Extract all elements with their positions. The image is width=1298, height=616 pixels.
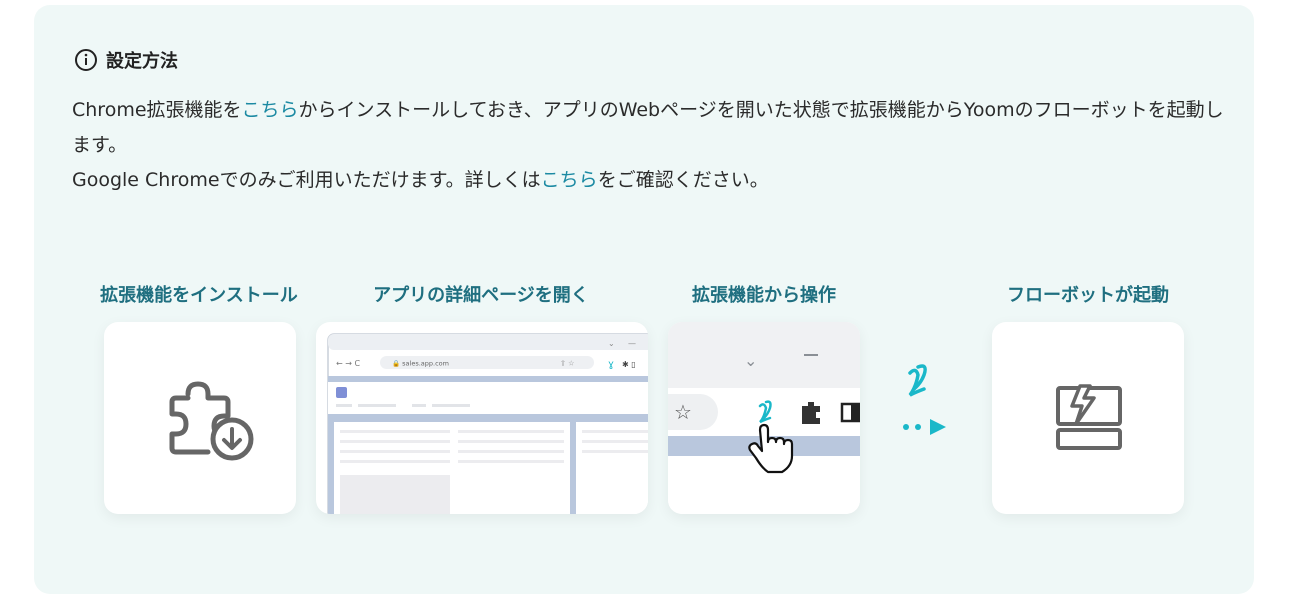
browser-window-icon: ⌄ — ← → C 🔒 sales.app.com ⇪ ☆ ɣ ✱ ▯ [316, 322, 648, 514]
svg-text:⇪ ☆: ⇪ ☆ [560, 360, 574, 368]
setup-panel: 設定方法 Chrome拡張機能をこちらからインストールしておき、アプリのWebペ… [34, 5, 1254, 594]
step-card-open-page: ⌄ — ← → C 🔒 sales.app.com ⇪ ☆ ɣ ✱ ▯ [316, 322, 648, 514]
svg-text:✱ ▯: ✱ ▯ [622, 360, 636, 369]
step-card-launch [992, 322, 1184, 514]
svg-text:ɣ: ɣ [608, 359, 614, 370]
description-text: をご確認ください。 [597, 169, 769, 191]
description-text: Chrome拡張機能を [72, 99, 242, 121]
step-title-launch: フローボットが起動 [1007, 285, 1169, 306]
svg-text:☆: ☆ [674, 400, 692, 424]
install-link[interactable]: こちら [242, 99, 299, 121]
info-icon [74, 48, 98, 72]
svg-text:⌄: ⌄ [608, 339, 615, 348]
step-card-install [104, 322, 296, 514]
details-link[interactable]: こちら [541, 169, 598, 191]
setup-title: 設定方法 [106, 51, 178, 72]
description-line-2: Google Chromeでのみご利用いただけます。詳しくはこちらをご確認くださ… [72, 163, 1232, 198]
step-card-operate: ⌄ ☆ [668, 322, 860, 514]
description-text: Google Chromeでのみご利用いただけます。詳しくは [72, 169, 541, 191]
description-line-1: Chrome拡張機能をこちらからインストールしておき、アプリのWebページを開い… [72, 93, 1232, 163]
extension-toolbar-icon: ⌄ ☆ [668, 322, 860, 514]
svg-text:🔒 sales.app.com: 🔒 sales.app.com [392, 360, 449, 368]
step-title-operate: 拡張機能から操作 [692, 285, 836, 306]
setup-heading: 設定方法 [74, 47, 178, 73]
yoom-logo-arrow-icon [896, 357, 956, 441]
svg-text:—: — [628, 339, 636, 348]
step-title-install: 拡張機能をインストール [100, 285, 298, 306]
setup-description: Chrome拡張機能をこちらからインストールしておき、アプリのWebページを開い… [72, 93, 1232, 198]
flowbot-launch-icon [992, 322, 1184, 514]
step-title-open-page: アプリの詳細ページを開く [373, 285, 589, 306]
svg-text:← → C: ← → C [336, 359, 360, 368]
svg-text:⌄: ⌄ [744, 351, 757, 370]
puzzle-download-icon [104, 322, 296, 514]
